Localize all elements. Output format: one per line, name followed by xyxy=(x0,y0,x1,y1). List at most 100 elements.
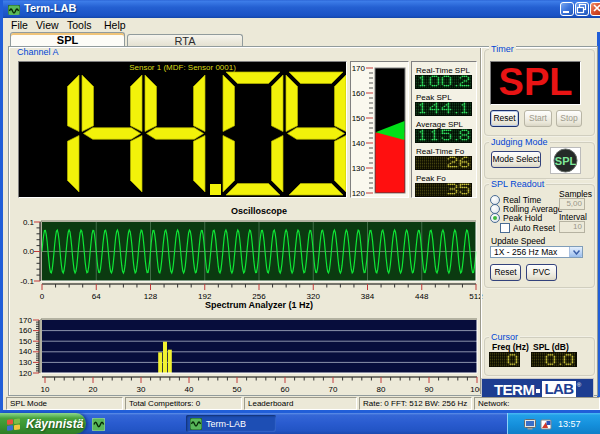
status-competitors: Total Competitors: 0 xyxy=(125,397,242,410)
level-meter-graphic: 170 160 150 140 130 120 xyxy=(351,62,408,197)
svg-text:140: 140 xyxy=(19,347,33,356)
menu-tools[interactable]: Tools xyxy=(67,19,92,31)
timer-reset-button[interactable]: Reset xyxy=(490,110,519,127)
windows-flag-icon xyxy=(5,417,22,431)
tray-clock: 13:57 xyxy=(558,419,581,429)
status-leaderboard: Leaderboard xyxy=(244,397,357,410)
svg-text:40: 40 xyxy=(185,385,194,394)
update-speed-value: 1X - 256 Hz Max xyxy=(494,247,557,257)
system-tray: 13:57 xyxy=(507,413,600,434)
logo-term-text: TERM xyxy=(494,381,535,398)
readout-label: Peak Fo xyxy=(416,174,446,183)
app-window: Term-LAB File View Tools Help SPL RTA Ch… xyxy=(0,0,600,413)
svg-text:SPL: SPL xyxy=(555,155,577,167)
cursor-spl-display xyxy=(531,352,577,367)
logo-lab-text: LAB xyxy=(542,381,575,397)
tray-icon-display[interactable] xyxy=(524,418,536,430)
termlab-task-icon xyxy=(190,418,202,430)
cursor-spl-label: SPL (dB) xyxy=(533,342,569,352)
readout-led-display xyxy=(415,183,472,197)
svg-text:120: 120 xyxy=(19,369,33,378)
title-bar[interactable]: Term-LAB xyxy=(3,0,600,18)
svg-text:130: 130 xyxy=(19,358,33,367)
spl-logo: SPL xyxy=(550,147,581,174)
spl-main-display: Sensor 1 (MDF: Sensor 0001) xyxy=(18,61,347,198)
menu-bar: File View Tools Help xyxy=(6,18,600,32)
cursor-freq-label: Freq (Hz) xyxy=(492,342,529,352)
level-meter: 170 160 150 140 130 120 xyxy=(350,61,409,198)
combo-dropdown-icon[interactable] xyxy=(569,247,582,257)
interval-input[interactable]: 10 xyxy=(559,221,585,233)
readout-label: Real-Time Fo xyxy=(416,147,464,156)
svg-text:160: 160 xyxy=(352,89,366,98)
cursor-group-label: Cursor xyxy=(489,332,520,342)
judging-mode-label: Judging Mode xyxy=(489,137,550,147)
svg-text:120: 120 xyxy=(352,189,366,198)
maximize-button[interactable] xyxy=(575,2,589,16)
svg-text:50: 50 xyxy=(233,385,242,394)
spl-readout-label: SPL Readout xyxy=(489,179,546,189)
app-icon xyxy=(8,3,20,15)
svg-text:150: 150 xyxy=(19,337,33,346)
readout-led-display xyxy=(415,102,472,116)
oscilloscope-plot: 0.10.0-0.1064128192256320384448512 xyxy=(13,215,489,301)
svg-text:170: 170 xyxy=(19,316,33,325)
auto-reset-label[interactable]: Auto Reset xyxy=(513,223,555,233)
radio-peak-hold[interactable] xyxy=(490,213,500,223)
timer-start-button[interactable]: Start xyxy=(524,110,552,127)
svg-text:150: 150 xyxy=(352,114,366,123)
svg-text:70: 70 xyxy=(329,385,338,394)
seven-segment-value xyxy=(19,71,346,197)
menu-help[interactable]: Help xyxy=(104,19,126,31)
svg-text:0.1: 0.1 xyxy=(23,218,35,227)
logo-dot xyxy=(536,389,540,393)
close-button[interactable] xyxy=(590,2,600,16)
menu-file[interactable]: File xyxy=(11,19,28,31)
update-speed-combo[interactable]: 1X - 256 Hz Max xyxy=(490,246,583,258)
samples-input[interactable]: 5,00 xyxy=(559,198,585,210)
logo-registered-mark: ® xyxy=(577,382,581,388)
mode-select-button[interactable]: Mode Select xyxy=(491,151,541,168)
svg-text:140: 140 xyxy=(352,139,366,148)
readout-led-display xyxy=(415,129,472,143)
radio-peak-hold-label[interactable]: Peak Hold xyxy=(503,213,542,223)
taskbar-button-termlab[interactable]: Term-LAB xyxy=(186,415,276,432)
timer-group-label: Timer xyxy=(489,44,516,54)
svg-text:30: 30 xyxy=(137,385,146,394)
tab-spl[interactable]: SPL xyxy=(10,32,125,47)
status-bar: SPL Mode Total Competitors: 0 Leaderboar… xyxy=(6,397,600,410)
timer-stop-button[interactable]: Stop xyxy=(556,110,582,127)
start-button-label: Käynnistä xyxy=(26,417,83,431)
taskbar-button-label: Term-LAB xyxy=(206,419,246,429)
status-rate: Rate: 0 FFT: 512 BW: 256 Hz xyxy=(359,397,472,410)
timer-display: SPL xyxy=(490,61,581,105)
status-spl-mode: SPL Mode xyxy=(6,397,123,410)
svg-text:90: 90 xyxy=(425,385,434,394)
svg-text:-0.1: -0.1 xyxy=(20,277,34,286)
readout-label: Real-Time SPL xyxy=(416,66,470,75)
taskbar: Käynnistä Term-LAB 13:57 xyxy=(0,413,600,434)
panel-divider xyxy=(480,48,482,394)
svg-text:170: 170 xyxy=(352,64,366,73)
cursor-freq-display xyxy=(489,352,520,367)
readout-label: Peak SPL xyxy=(416,93,452,102)
quicklaunch-termlab-icon[interactable] xyxy=(92,417,105,430)
readout-label: Average SPL xyxy=(416,120,463,129)
pvc-button[interactable]: PVC xyxy=(526,264,557,281)
svg-text:20: 20 xyxy=(89,385,98,394)
readout-panel: Real-Time SPL Peak SPL Average SPL Real-Tim… xyxy=(411,61,477,198)
start-button[interactable]: Käynnistä xyxy=(0,413,86,434)
minimize-button[interactable] xyxy=(560,2,574,16)
status-network: Network: xyxy=(474,397,600,410)
readout-led-display xyxy=(415,156,472,170)
readout-led-display xyxy=(415,75,472,89)
svg-text:10: 10 xyxy=(41,385,50,394)
menu-view[interactable]: View xyxy=(36,19,59,31)
svg-text:130: 130 xyxy=(352,164,366,173)
tray-icon-volume[interactable] xyxy=(540,418,552,430)
auto-reset-checkbox[interactable] xyxy=(500,223,510,233)
readout-reset-button[interactable]: Reset xyxy=(490,264,521,281)
svg-text:0.0: 0.0 xyxy=(23,247,35,256)
spectrum-plot: 170160150140130120102030405060708090100 xyxy=(17,309,493,395)
svg-text:80: 80 xyxy=(377,385,386,394)
